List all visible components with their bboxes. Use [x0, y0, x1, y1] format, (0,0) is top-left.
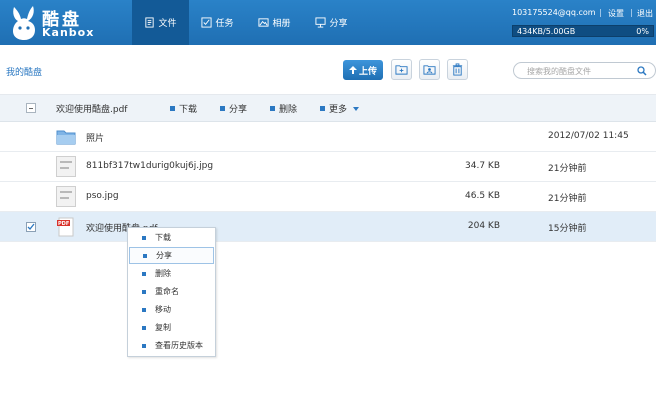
bullet-icon: [142, 289, 146, 294]
share-action[interactable]: 分享: [220, 102, 247, 115]
nav-tab-share-label: 分享: [329, 19, 348, 29]
file-name[interactable]: pso.jpg: [86, 191, 119, 201]
file-icon: [145, 17, 155, 28]
new-folder-button[interactable]: [391, 59, 412, 80]
logout-link[interactable]: 退出: [637, 8, 653, 19]
share-folder-button[interactable]: [419, 59, 440, 80]
bullet-icon: [170, 106, 175, 111]
rabbit-logo-icon: [13, 6, 35, 40]
menu-item-copy[interactable]: 复制: [129, 319, 214, 336]
menu-item-download[interactable]: 下载: [129, 229, 214, 246]
menu-item-move-label: 移动: [155, 305, 171, 314]
bullet-icon: [143, 253, 147, 258]
storage-quota-bar: 434KB/5.00GB 0%: [512, 25, 654, 37]
image-thumbnail-icon: [56, 156, 76, 177]
file-modified-time: 2012/07/02 11:45: [548, 131, 629, 141]
share-action-label: 分享: [229, 105, 248, 115]
row-checkbox[interactable]: [26, 222, 36, 232]
divider: |: [599, 8, 602, 17]
user-email[interactable]: 103175524@qq.com: [512, 8, 596, 17]
selected-file-name: 欢迎使用酷盘.pdf: [56, 105, 128, 115]
delete-action-label: 删除: [279, 105, 298, 115]
selection-action-bar: 欢迎使用酷盘.pdf 下载 分享 删除 更多: [0, 95, 656, 122]
storage-quota-percent: 0%: [636, 27, 649, 36]
trash-icon: [452, 63, 463, 76]
search-icon[interactable]: [637, 66, 647, 76]
nav-tab-files[interactable]: 文件: [132, 0, 189, 45]
checkmark-icon: [27, 223, 35, 230]
file-size: 204 KB: [467, 221, 500, 231]
storage-quota-text: 434KB/5.00GB: [517, 27, 576, 36]
logo-text-en: Kanbox: [42, 26, 95, 39]
nav-tab-photos[interactable]: 相册: [246, 0, 303, 45]
bullet-icon: [320, 106, 325, 111]
bullet-icon: [142, 325, 146, 330]
svg-text:PDF: PDF: [58, 221, 69, 227]
new-folder-icon: [395, 65, 408, 75]
divider: |: [630, 8, 633, 17]
bullet-icon: [270, 106, 275, 111]
file-name[interactable]: 811bf317tw1durig0kuj6j.jpg: [86, 161, 213, 171]
menu-item-rename-label: 重命名: [155, 287, 179, 296]
download-action-label: 下载: [179, 105, 198, 115]
bullet-icon: [142, 271, 146, 276]
file-modified-time: 15分钟前: [548, 224, 587, 234]
menu-item-delete-label: 删除: [155, 269, 171, 278]
nav-tab-files-label: 文件: [158, 19, 177, 29]
nav-tab-photos-label: 相册: [272, 19, 291, 29]
settings-link[interactable]: 设置: [608, 8, 624, 19]
bullet-icon: [220, 106, 225, 111]
top-header: 酷盘 Kanbox 文件 任务 相册 分享 103175524@qq.com |…: [0, 0, 656, 45]
file-name[interactable]: 照片: [86, 131, 104, 144]
bullet-icon: [142, 307, 146, 312]
file-row-folder[interactable]: 照片 2012/07/02 11:45: [0, 122, 656, 152]
menu-item-rename[interactable]: 重命名: [129, 283, 214, 300]
more-action-label: 更多: [329, 105, 348, 115]
file-row-pdf-selected[interactable]: PDF 欢迎使用酷盘.pdf 204 KB 15分钟前: [0, 212, 656, 242]
upload-button[interactable]: 上传: [343, 60, 383, 80]
bullet-icon: [142, 343, 146, 348]
search-input[interactable]: [527, 65, 637, 77]
kanbox-logo[interactable]: 酷盘 Kanbox: [2, 2, 122, 44]
menu-item-version-history-label: 查看历史版本: [155, 341, 203, 350]
shared-folder-icon: [423, 65, 436, 75]
menu-item-move[interactable]: 移动: [129, 301, 214, 318]
recycle-bin-button[interactable]: [447, 59, 468, 80]
file-row-image[interactable]: pso.jpg 46.5 KB 21分钟前: [0, 182, 656, 212]
upload-button-label: 上传: [358, 66, 377, 77]
file-context-menu: 下载 分享 删除 重命名 移动 复制 查看历史版本: [127, 227, 216, 357]
more-action[interactable]: 更多: [320, 102, 360, 115]
share-icon: [315, 17, 327, 28]
photo-icon: [258, 18, 270, 27]
download-action[interactable]: 下载: [170, 102, 197, 115]
chevron-down-icon: [353, 106, 360, 111]
file-modified-time: 21分钟前: [548, 194, 587, 204]
upload-arrow-icon: [348, 66, 357, 74]
breadcrumb-my-kanbox[interactable]: 我的酷盘: [6, 65, 42, 78]
nav-tab-tasks-label: 任务: [215, 19, 234, 29]
bullet-icon: [142, 235, 146, 240]
image-thumbnail-icon: [56, 186, 76, 207]
select-all-checkbox[interactable]: [26, 103, 36, 113]
file-row-image[interactable]: 811bf317tw1durig0kuj6j.jpg 34.7 KB 21分钟前: [0, 152, 656, 182]
nav-tab-tasks[interactable]: 任务: [189, 0, 246, 45]
file-modified-time: 21分钟前: [548, 164, 587, 174]
menu-item-version-history[interactable]: 查看历史版本: [129, 337, 214, 354]
file-size: 34.7 KB: [465, 161, 500, 171]
nav-tab-share[interactable]: 分享: [303, 0, 360, 45]
file-toolbar: 我的酷盘 上传: [0, 45, 656, 95]
file-size: 46.5 KB: [465, 191, 500, 201]
menu-item-share[interactable]: 分享: [129, 247, 214, 264]
menu-item-download-label: 下载: [155, 233, 171, 242]
menu-item-copy-label: 复制: [155, 323, 171, 332]
task-icon: [201, 17, 213, 28]
delete-action[interactable]: 删除: [270, 102, 297, 115]
pdf-file-icon: PDF: [57, 217, 74, 237]
menu-item-delete[interactable]: 删除: [129, 265, 214, 282]
main-nav: 文件 任务 相册 分享: [132, 0, 360, 45]
menu-item-share-label: 分享: [156, 251, 172, 260]
folder-icon: [56, 130, 76, 145]
search-box: [513, 62, 656, 79]
